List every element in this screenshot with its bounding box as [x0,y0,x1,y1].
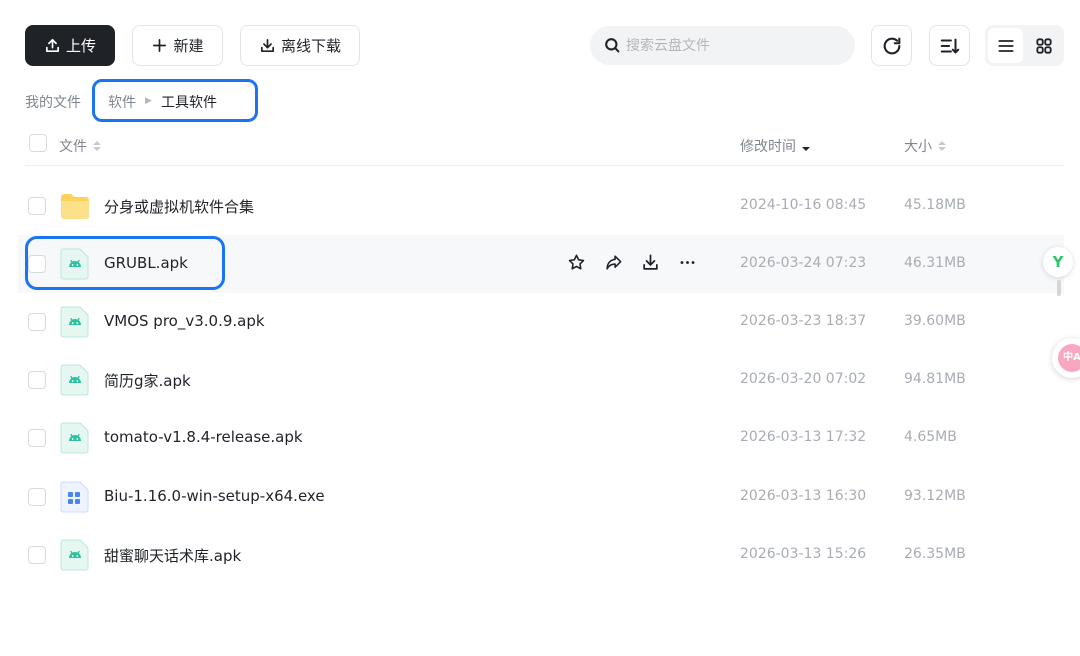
assistant-badge-label: Y [1052,253,1064,271]
header-size-label: 大小 [904,139,932,155]
modified-time: 2026-03-13 15:26 [740,546,867,562]
row-download-button[interactable] [640,252,660,272]
translate-icon: 中A [1058,344,1080,372]
sort-desc-icon [802,141,810,151]
modified-time: 2026-03-13 17:32 [740,429,867,445]
header-size[interactable]: 大小 [904,136,946,156]
file-size: 46.31MB [904,255,966,271]
refresh-button[interactable] [871,25,912,66]
grid-view-button[interactable] [1026,28,1061,63]
upload-label: 上传 [65,37,96,55]
search-box[interactable] [590,26,855,65]
upload-icon [45,38,60,53]
view-toggle [985,25,1064,66]
row-checkbox[interactable] [28,313,46,331]
more-icon [680,260,694,264]
breadcrumb-root[interactable]: 我的文件 [25,92,81,112]
table-row[interactable]: 分身或虚拟机软件合集 2024-10-16 08:45 45.18MB [18,177,1064,235]
file-name[interactable]: tomato-v1.8.4-release.apk [104,428,303,446]
offline-download-button[interactable]: 离线下载 [240,25,360,66]
favorite-button[interactable] [566,252,586,272]
assistant-badge[interactable]: Y [1043,247,1073,277]
table-row[interactable]: 甜蜜聊天话术库.apk 2026-03-13 15:26 26.35MB [18,526,1064,584]
table-row[interactable]: 简历g家.apk 2026-03-20 07:02 94.81MB [18,351,1064,409]
table-header: 文件 修改时间 大小 [25,128,1064,166]
modified-time: 2026-03-23 18:37 [740,313,867,329]
file-size: 4.65MB [904,429,957,445]
download-icon [260,38,275,53]
header-modified-label: 修改时间 [740,139,796,155]
modified-time: 2024-10-16 08:45 [740,197,867,213]
android-file-icon [60,539,89,571]
modified-time: 2026-03-24 07:23 [740,255,867,271]
share-icon [605,254,621,270]
star-icon [568,254,584,270]
table-row[interactable]: tomato-v1.8.4-release.apk 2026-03-13 17:… [18,409,1064,467]
list-view-button[interactable] [988,28,1023,63]
android-file-icon [60,306,89,338]
new-button[interactable]: 新建 [132,25,223,66]
file-name[interactable]: 简历g家.apk [104,370,191,391]
more-button[interactable] [677,252,697,272]
refresh-icon [883,37,900,54]
offline-download-label: 离线下载 [280,37,341,55]
file-size: 93.12MB [904,488,966,504]
row-checkbox[interactable] [28,488,46,506]
select-all-checkbox[interactable] [29,134,47,152]
file-name[interactable]: 甜蜜聊天话术库.apk [104,545,241,566]
row-checkbox[interactable] [28,197,46,215]
share-button[interactable] [603,252,623,272]
sort-button[interactable] [929,25,970,66]
modified-time: 2026-03-20 07:02 [740,371,867,387]
android-file-icon [60,364,89,396]
file-size: 45.18MB [904,197,966,213]
new-label: 新建 [173,37,204,55]
android-file-icon [60,422,89,454]
download-icon [642,254,658,270]
folder-icon [61,194,89,219]
row-actions [566,252,697,272]
modified-time: 2026-03-13 16:30 [740,488,867,504]
breadcrumb-highlight [92,79,258,122]
row-checkbox[interactable] [28,371,46,389]
grid-view-icon [1035,37,1052,54]
row-checkbox[interactable] [28,546,46,564]
sort-toggle-icon [938,141,946,151]
plus-icon [153,38,167,53]
header-name-label: 文件 [59,139,87,155]
scrollbar-thumb[interactable] [1057,280,1061,296]
header-modified[interactable]: 修改时间 [740,136,810,156]
search-icon [605,38,620,53]
list-view-icon [997,39,1014,52]
table-row[interactable]: VMOS pro_v3.0.9.apk 2026-03-23 18:37 39.… [18,293,1064,351]
file-size: 26.35MB [904,546,966,562]
sort-icon [940,38,959,53]
file-name[interactable]: 分身或虚拟机软件合集 [104,196,254,217]
header-name[interactable]: 文件 [59,136,101,156]
upload-button[interactable]: 上传 [25,25,115,66]
file-name[interactable]: VMOS pro_v3.0.9.apk [104,312,265,330]
row-highlight [25,236,225,290]
sort-toggle-icon [93,141,101,151]
row-checkbox[interactable] [28,429,46,447]
search-input[interactable] [626,37,846,54]
table-row[interactable]: Biu-1.16.0-win-setup-x64.exe 2026-03-13 … [18,468,1064,526]
file-size: 94.81MB [904,371,966,387]
exe-file-icon [60,481,89,513]
file-name[interactable]: Biu-1.16.0-win-setup-x64.exe [104,487,325,505]
file-size: 39.60MB [904,313,966,329]
